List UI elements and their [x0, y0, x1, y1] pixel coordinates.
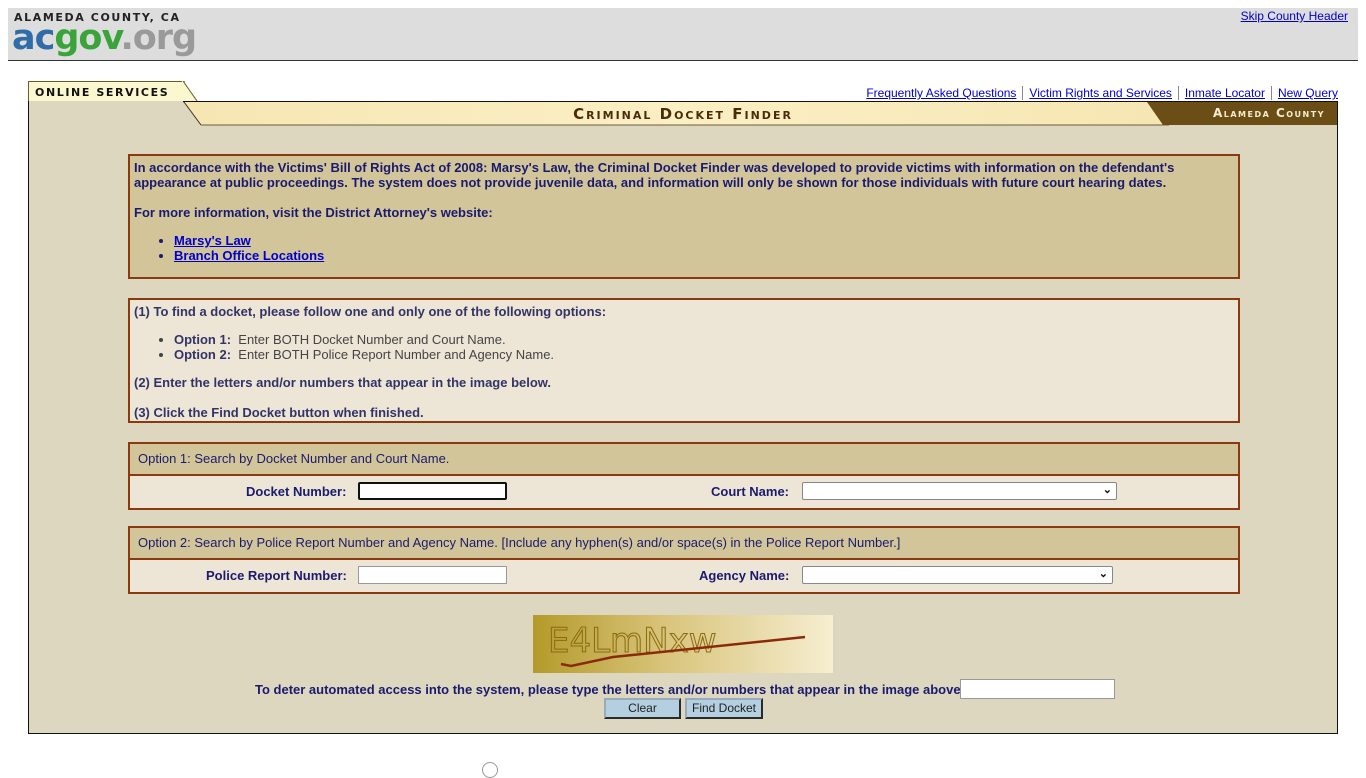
instruction-step-1: (1) To find a docket, please follow one …	[134, 304, 607, 319]
logo-ac: ac	[12, 18, 55, 58]
option1-fields: Docket Number: Court Name: ⌄	[130, 476, 1238, 508]
instructions-box: (1) To find a docket, please follow one …	[128, 298, 1240, 423]
chevron-down-icon: ⌄	[1102, 484, 1112, 496]
page-title: Criminal Docket Finder	[573, 105, 793, 123]
captcha-prompt: To deter automated access into the syste…	[255, 682, 965, 697]
agency-name-label: Agency Name:	[699, 568, 790, 583]
option2-search-box: Option 2: Search by Police Report Number…	[128, 526, 1240, 594]
option-list: Option 1: Enter BOTH Docket Number and C…	[130, 332, 1238, 362]
info-links-list: Marsy's Law Branch Office Locations	[130, 233, 1238, 263]
alameda-county-badge: Alameda County	[1212, 106, 1325, 120]
option-item: Option 2: Enter BOTH Police Report Numbe…	[174, 347, 1238, 362]
option-label: Option 1:	[174, 332, 232, 347]
chevron-down-icon: ⌄	[1098, 568, 1108, 580]
more-info-text: For more information, visit the District…	[134, 205, 493, 220]
info-paragraph: In accordance with the Victims' Bill of …	[134, 160, 1175, 190]
captcha-strike-line	[560, 635, 806, 668]
option2-header: Option 2: Search by Police Report Number…	[130, 528, 1238, 560]
online-services-label: ONLINE SERVICES	[35, 86, 170, 99]
court-name-select[interactable]: ⌄	[802, 482, 1117, 500]
branch-office-locations-link[interactable]: Branch Office Locations	[174, 248, 324, 263]
main-panel: Criminal Docket Finder Alameda County In…	[28, 101, 1338, 734]
instruction-step-2: (2) Enter the letters and/or numbers tha…	[134, 375, 552, 390]
captcha-image: E4LmNxw	[533, 615, 833, 673]
option-label: Option 2:	[174, 347, 232, 362]
info-link-item: Branch Office Locations	[174, 248, 1238, 263]
logo-org: .org	[120, 18, 197, 58]
nav-separator	[1270, 86, 1272, 100]
option-text: Enter BOTH Docket Number and Court Name.	[238, 332, 506, 347]
marsys-law-link[interactable]: Marsy's Law	[174, 233, 251, 248]
instruction-step-3: (3) Click the Find Docket button when fi…	[134, 405, 424, 420]
skip-county-header-link[interactable]: Skip County Header	[1241, 9, 1348, 23]
top-nav: Frequently Asked Questions Victim Rights…	[866, 86, 1338, 100]
nav-victim-rights-link[interactable]: Victim Rights and Services	[1029, 86, 1172, 100]
agency-name-select[interactable]: ⌄	[802, 566, 1113, 584]
docket-number-label: Docket Number:	[246, 484, 347, 499]
nav-faq-link[interactable]: Frequently Asked Questions	[866, 86, 1016, 100]
option-text: Enter BOTH Police Report Number and Agen…	[238, 347, 555, 362]
logo-gov: gov	[54, 18, 121, 58]
title-bar: Criminal Docket Finder Alameda County	[29, 101, 1337, 126]
nav-inmate-locator-link[interactable]: Inmate Locator	[1185, 86, 1265, 100]
police-report-number-input[interactable]	[358, 566, 507, 584]
find-docket-button[interactable]: Find Docket	[685, 698, 763, 719]
marsys-law-info-box: In accordance with the Victims' Bill of …	[128, 154, 1240, 279]
docket-number-input[interactable]	[358, 482, 507, 500]
option-item: Option 1: Enter BOTH Docket Number and C…	[174, 332, 1238, 347]
nav-new-query-link[interactable]: New Query	[1278, 86, 1338, 100]
option1-search-box: Option 1: Search by Docket Number and Co…	[128, 442, 1240, 510]
captcha-input[interactable]	[960, 679, 1115, 699]
nav-separator	[1022, 86, 1024, 100]
county-header: ALAMEDA COUNTY, CA acgov.org Skip County…	[8, 8, 1358, 61]
option2-fields: Police Report Number: Agency Name: ⌄	[130, 560, 1238, 592]
police-report-number-label: Police Report Number:	[206, 568, 347, 583]
option1-header: Option 1: Search by Docket Number and Co…	[130, 444, 1238, 476]
clear-button[interactable]: Clear	[604, 698, 681, 719]
tab-slant-decoration	[182, 81, 198, 102]
footer-seal-icon	[482, 762, 498, 778]
nav-separator	[1177, 86, 1179, 100]
court-name-label: Court Name:	[711, 484, 790, 499]
acgov-logo[interactable]: acgov.org	[12, 18, 197, 58]
online-services-tab: ONLINE SERVICES	[28, 81, 185, 102]
info-link-item: Marsy's Law	[174, 233, 1238, 248]
